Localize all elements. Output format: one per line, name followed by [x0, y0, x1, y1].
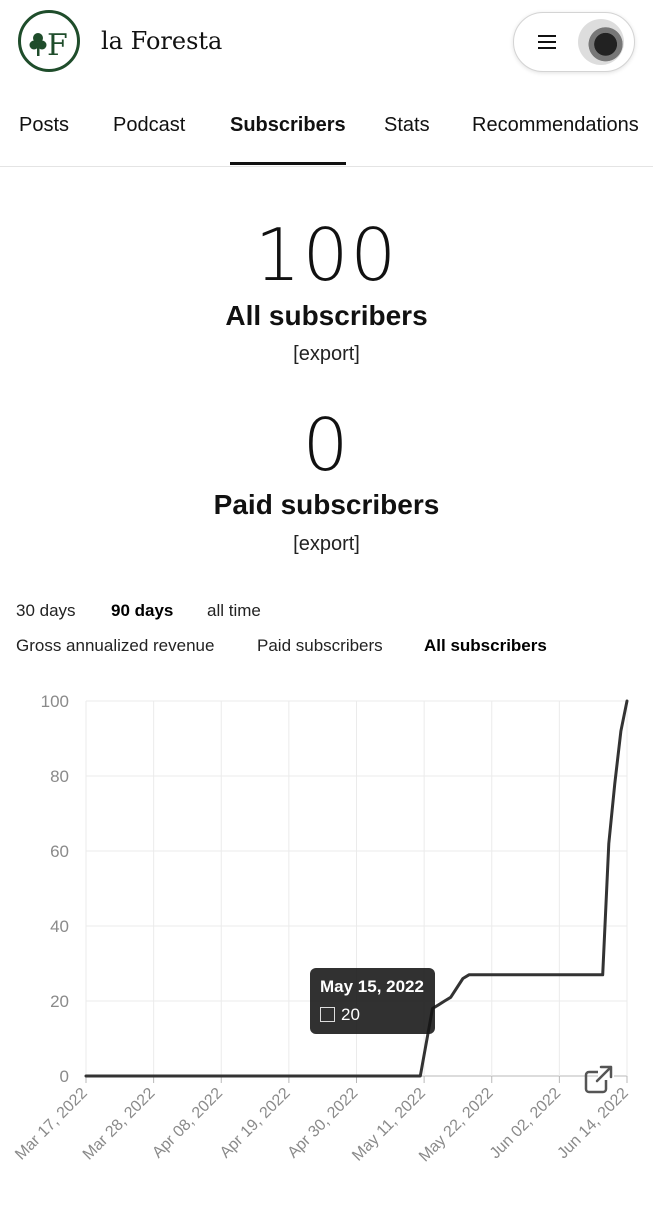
range-all-time[interactable]: all time [207, 601, 261, 621]
all-subscribers-count: 100 [0, 213, 653, 297]
subscribers-chart-svg: 020406080100Mar 17, 2022Mar 28, 2022Apr … [0, 680, 653, 1200]
tab-podcast[interactable]: Podcast [113, 114, 185, 137]
range-30-days[interactable]: 30 days [16, 601, 76, 621]
tooltip-value: 20 [341, 1005, 360, 1025]
hamburger-menu-icon[interactable] [538, 35, 556, 49]
metric-paid-subscribers[interactable]: Paid subscribers [257, 636, 383, 656]
y-tick-label: 20 [50, 992, 69, 1011]
chart-tooltip: May 15, 2022 20 [310, 968, 435, 1034]
x-tick-label: Apr 08, 2022 [149, 1085, 226, 1162]
tooltip-date: May 15, 2022 [320, 977, 424, 997]
x-tick-label: Mar 28, 2022 [80, 1085, 159, 1164]
y-tick-label: 40 [50, 917, 69, 936]
paid-subscribers-export-link[interactable]: [export] [0, 533, 653, 556]
x-tick-label: Apr 19, 2022 [217, 1085, 294, 1162]
logo-letter: F [47, 28, 68, 63]
y-tick-label: 80 [50, 767, 69, 786]
subscribers-chart[interactable]: 020406080100Mar 17, 2022Mar 28, 2022Apr … [0, 680, 653, 1200]
paid-subscribers-count: 0 [0, 403, 653, 487]
metric-all-subscribers[interactable]: All subscribers [424, 636, 547, 656]
y-tick-label: 100 [41, 692, 69, 711]
tooltip-series-swatch [320, 1007, 335, 1022]
x-tick-label: Jun 14, 2022 [554, 1085, 632, 1163]
account-menu-button[interactable] [513, 12, 635, 72]
x-tick-label: Apr 30, 2022 [285, 1085, 362, 1162]
paid-subscribers-label: Paid subscribers [0, 489, 653, 521]
tab-stats[interactable]: Stats [384, 114, 430, 137]
all-subscribers-label: All subscribers [0, 300, 653, 332]
active-tab-indicator [230, 162, 346, 165]
tab-posts[interactable]: Posts [19, 114, 69, 137]
tab-subscribers[interactable]: Subscribers [230, 114, 346, 137]
y-tick-label: 0 [60, 1067, 69, 1086]
tree-logo-icon: F [21, 13, 77, 69]
open-in-new-icon[interactable] [583, 1063, 615, 1095]
top-header: F la Foresta [0, 0, 653, 88]
publication-name[interactable]: la Foresta [101, 27, 222, 55]
publication-logo[interactable]: F [18, 10, 80, 72]
section-tabs: Posts Podcast Subscribers Stats Recommen… [0, 94, 653, 167]
tab-recommendations[interactable]: Recommendations [472, 114, 639, 137]
x-tick-label: Jun 02, 2022 [487, 1085, 565, 1163]
user-avatar[interactable] [578, 19, 624, 65]
metric-gross-revenue[interactable]: Gross annualized revenue [16, 636, 214, 656]
y-tick-label: 60 [50, 842, 69, 861]
range-90-days[interactable]: 90 days [111, 601, 173, 621]
all-subscribers-export-link[interactable]: [export] [0, 343, 653, 366]
